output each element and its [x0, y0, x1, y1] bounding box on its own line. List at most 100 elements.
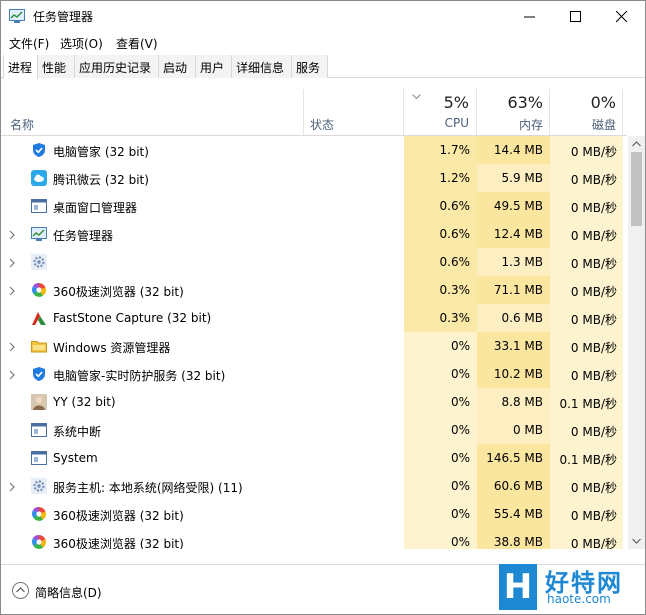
cloud-icon — [31, 170, 47, 186]
process-cpu: 0.6% — [439, 199, 471, 213]
process-memory: 146.5 MB — [486, 451, 543, 465]
maximize-icon — [570, 11, 581, 22]
column-header: 名称 状态 5% CPU 63% 内存 0% 磁盘 — [1, 79, 627, 136]
task-manager-icon — [31, 226, 47, 242]
memory-total: 63% — [507, 93, 543, 112]
process-row[interactable]: YY (32 bit) 0% 8.8 MB 0.1 MB/秒 — [1, 388, 627, 416]
process-memory: 0 MB — [512, 423, 543, 437]
tab-details[interactable]: 详细信息 — [232, 55, 292, 78]
vertical-scrollbar[interactable] — [628, 136, 645, 549]
tab-services[interactable]: 服务 — [292, 55, 328, 78]
process-cpu: 0% — [450, 367, 470, 381]
process-row[interactable]: 360极速浏览器 (32 bit) 0% 38.8 MB 0 MB/秒 — [1, 528, 627, 549]
process-cpu: 0.6% — [439, 227, 471, 241]
process-name: Windows 资源管理器 — [53, 341, 171, 355]
process-memory: 33.1 MB — [493, 339, 543, 353]
gear-icon — [31, 478, 47, 494]
close-button[interactable] — [599, 1, 645, 32]
process-cpu: 1.2% — [439, 171, 471, 185]
process-disk: 0 MB/秒 — [570, 285, 617, 299]
process-name: FastStone Capture (32 bit) — [53, 311, 212, 325]
process-memory: 10.2 MB — [493, 367, 543, 381]
process-row[interactable]: 0.6% 1.3 MB 0 MB/秒 — [1, 248, 627, 276]
expand-chevron-right-icon[interactable] — [9, 481, 15, 495]
process-row[interactable]: 腾讯微云 (32 bit) 1.2% 5.9 MB 0 MB/秒 — [1, 164, 627, 192]
expand-chevron-right-icon[interactable] — [9, 229, 15, 243]
close-icon — [616, 11, 628, 23]
process-cpu: 0.3% — [439, 283, 471, 297]
process-disk: 0 MB/秒 — [570, 537, 617, 549]
expand-chevron-right-icon[interactable] — [9, 257, 15, 271]
task-manager-window: 任务管理器 文件(F) 选项(O) 查看(V) 进程 性能 应用历史记录 启动 … — [0, 0, 646, 615]
process-memory: 5.9 MB — [501, 171, 543, 185]
watermark-logo: H 好特网 haote.com — [499, 564, 637, 610]
process-name: System — [53, 451, 98, 465]
process-memory: 38.8 MB — [493, 535, 543, 549]
scrollbar-thumb[interactable] — [631, 152, 642, 226]
process-row[interactable]: Windows 资源管理器 0% 33.1 MB 0 MB/秒 — [1, 332, 627, 360]
shield-icon — [31, 366, 47, 382]
process-row[interactable]: 桌面窗口管理器 0.6% 49.5 MB 0 MB/秒 — [1, 192, 627, 220]
task-manager-icon — [9, 9, 25, 23]
process-name: YY (32 bit) — [53, 395, 116, 409]
expand-chevron-right-icon[interactable] — [9, 341, 15, 355]
process-disk: 0 MB/秒 — [570, 201, 617, 215]
process-name: 360极速浏览器 (32 bit) — [53, 537, 184, 549]
process-disk: 0.1 MB/秒 — [559, 453, 617, 467]
process-row[interactable]: 360极速浏览器 (32 bit) 0% 55.4 MB 0 MB/秒 — [1, 500, 627, 528]
capture-icon — [31, 310, 47, 326]
menu-view[interactable]: 查看(V) — [116, 35, 158, 52]
window-title: 任务管理器 — [33, 10, 94, 24]
column-memory[interactable]: 内存 — [477, 116, 543, 133]
process-row[interactable]: 服务主机: 本地系统(网络受限) (11) 0% 60.6 MB 0 MB/秒 — [1, 472, 627, 500]
column-cpu[interactable]: CPU — [404, 116, 469, 130]
expand-chevron-right-icon[interactable] — [9, 369, 15, 383]
menu-options[interactable]: 选项(O) — [60, 35, 103, 52]
process-row[interactable]: FastStone Capture (32 bit) 0.3% 0.6 MB 0 MB… — [1, 304, 627, 332]
window-icon — [31, 422, 47, 438]
process-disk: 0 MB/秒 — [570, 341, 617, 355]
process-cpu: 0% — [450, 535, 470, 549]
process-memory: 12.4 MB — [493, 227, 543, 241]
column-disk[interactable]: 磁盘 — [550, 116, 616, 133]
process-row[interactable]: 电脑管家-实时防护服务 (32 bit) 0% 10.2 MB 0 MB/秒 — [1, 360, 627, 388]
process-disk: 0 MB/秒 — [570, 145, 617, 159]
process-cpu: 0% — [450, 395, 470, 409]
shield-icon — [31, 142, 47, 158]
tab-startup[interactable]: 启动 — [159, 55, 196, 78]
menu-file[interactable]: 文件(F) — [9, 35, 49, 52]
process-disk: 0 MB/秒 — [570, 369, 617, 383]
process-cpu: 0% — [450, 451, 470, 465]
process-row[interactable]: 360极速浏览器 (32 bit) 0.3% 71.1 MB 0 MB/秒 — [1, 276, 627, 304]
tab-users[interactable]: 用户 — [196, 55, 232, 78]
maximize-button[interactable] — [553, 1, 599, 32]
process-row[interactable]: 系统中断 0% 0 MB 0 MB/秒 — [1, 416, 627, 444]
process-name: 360极速浏览器 (32 bit) — [53, 509, 184, 523]
disk-total: 0% — [590, 93, 616, 112]
column-status[interactable]: 状态 — [310, 116, 334, 133]
expand-chevron-right-icon[interactable] — [9, 285, 15, 299]
menu-bar: 文件(F) 选项(O) 查看(V) — [1, 32, 645, 54]
tab-processes[interactable]: 进程 — [3, 55, 38, 79]
column-divider[interactable] — [303, 89, 304, 135]
browser-icon — [31, 534, 47, 549]
scroll-up-icon[interactable] — [632, 141, 641, 147]
process-row[interactable]: 任务管理器 0.6% 12.4 MB 0 MB/秒 — [1, 220, 627, 248]
fewer-details-link[interactable]: 简略信息(D) — [35, 584, 102, 601]
process-memory: 0.6 MB — [501, 311, 543, 325]
title-bar[interactable]: 任务管理器 — [1, 1, 645, 32]
chevron-up-icon[interactable] — [12, 582, 29, 599]
folder-icon — [31, 338, 47, 354]
tab-app-history[interactable]: 应用历史记录 — [75, 55, 159, 78]
column-divider[interactable] — [622, 89, 623, 135]
tab-performance[interactable]: 性能 — [38, 55, 75, 78]
process-disk: 0 MB/秒 — [570, 229, 617, 243]
process-disk: 0 MB/秒 — [570, 313, 617, 327]
process-row[interactable]: System 0% 146.5 MB 0.1 MB/秒 — [1, 444, 627, 472]
process-row[interactable]: 电脑管家 (32 bit) 1.7% 14.4 MB 0 MB/秒 — [1, 136, 627, 164]
column-name[interactable]: 名称 — [10, 116, 34, 133]
minimize-button[interactable] — [507, 1, 553, 32]
scroll-down-icon[interactable] — [632, 538, 641, 544]
process-name: 系统中断 — [53, 425, 102, 439]
process-disk: 0.1 MB/秒 — [559, 397, 617, 411]
